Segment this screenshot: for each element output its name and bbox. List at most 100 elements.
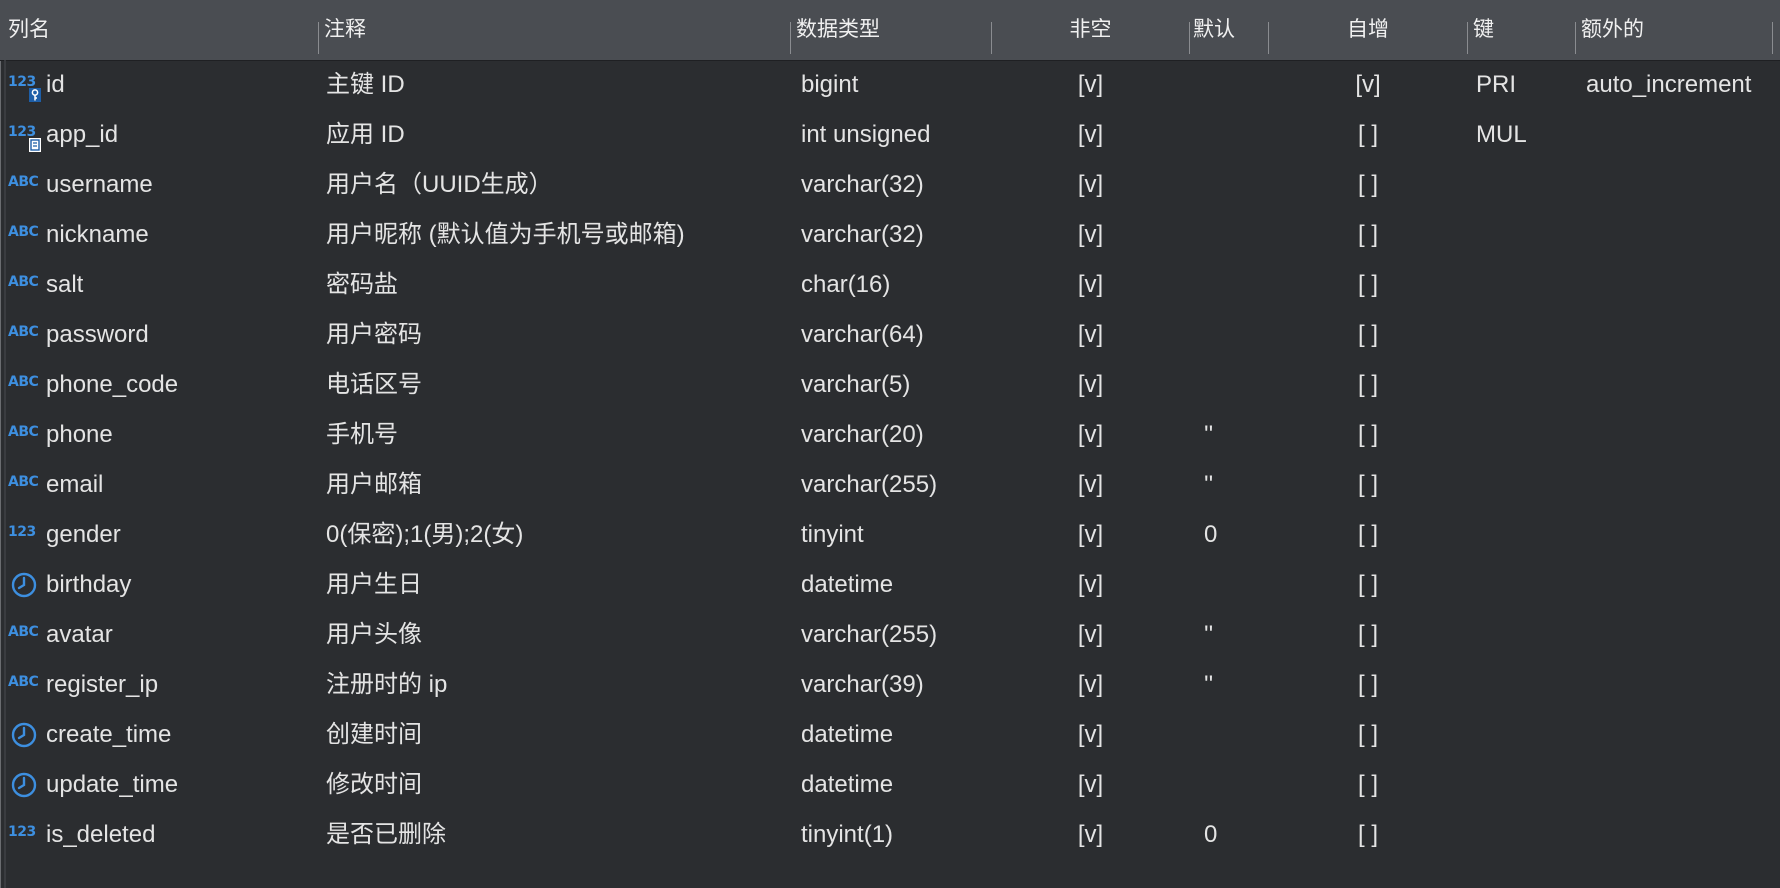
table-row[interactable]: 123 gender 0(保密);1(男);2(女) tinyint [v] 0 [ ] xyxy=(0,510,1780,560)
auto-increment-cell[interactable]: [ ] xyxy=(1269,410,1467,460)
table-row[interactable]: 123 id 主键 ID bigint [v] [v] PRI auto_increment xyxy=(0,60,1780,110)
default-value-cell[interactable]: '' xyxy=(1204,460,1213,510)
key-cell[interactable]: MUL xyxy=(1476,110,1527,160)
column-divider[interactable] xyxy=(318,22,319,54)
column-name-cell[interactable]: birthday xyxy=(46,560,131,610)
column-name-cell[interactable]: is_deleted xyxy=(46,810,155,860)
not-null-cell[interactable]: [v] xyxy=(992,360,1189,410)
data-type-cell[interactable]: varchar(5) xyxy=(801,360,910,410)
default-value-cell[interactable]: '' xyxy=(1204,660,1213,710)
comment-cell[interactable]: 用户生日 xyxy=(326,560,422,610)
table-row[interactable]: create_time 创建时间 datetime [v] [ ] xyxy=(0,710,1780,760)
header-extra[interactable]: 额外的 xyxy=(1581,0,1644,60)
auto-increment-cell[interactable]: [ ] xyxy=(1269,760,1467,810)
column-divider[interactable] xyxy=(1467,22,1468,54)
comment-cell[interactable]: 手机号 xyxy=(326,410,398,460)
column-divider[interactable] xyxy=(790,22,791,54)
not-null-cell[interactable]: [v] xyxy=(992,460,1189,510)
comment-cell[interactable]: 用户邮箱 xyxy=(326,460,422,510)
data-type-cell[interactable]: varchar(255) xyxy=(801,610,937,660)
auto-increment-cell[interactable]: [ ] xyxy=(1269,810,1467,860)
table-row[interactable]: ABC phone_code 电话区号 varchar(5) [v] [ ] xyxy=(0,360,1780,410)
column-name-cell[interactable]: register_ip xyxy=(46,660,158,710)
data-type-cell[interactable]: varchar(255) xyxy=(801,460,937,510)
not-null-cell[interactable]: [v] xyxy=(992,160,1189,210)
default-value-cell[interactable]: '' xyxy=(1204,410,1213,460)
data-type-cell[interactable]: varchar(64) xyxy=(801,310,924,360)
table-row[interactable]: ABC register_ip 注册时的 ip varchar(39) [v] '' [ ] xyxy=(0,660,1780,710)
column-divider[interactable] xyxy=(1772,22,1773,54)
not-null-cell[interactable]: [v] xyxy=(992,810,1189,860)
auto-increment-cell[interactable]: [ ] xyxy=(1269,210,1467,260)
column-name-cell[interactable]: app_id xyxy=(46,110,118,160)
not-null-cell[interactable]: [v] xyxy=(992,210,1189,260)
header-default[interactable]: 默认 xyxy=(1193,0,1235,60)
data-type-cell[interactable]: varchar(20) xyxy=(801,410,924,460)
header-not-null[interactable]: 非空 xyxy=(992,0,1189,60)
table-row[interactable]: 123 app_id 应用 ID int unsigned [v] [ ] MUL xyxy=(0,110,1780,160)
auto-increment-cell[interactable]: [ ] xyxy=(1269,610,1467,660)
not-null-cell[interactable]: [v] xyxy=(992,710,1189,760)
table-row[interactable]: ABC email 用户邮箱 varchar(255) [v] '' [ ] xyxy=(0,460,1780,510)
not-null-cell[interactable]: [v] xyxy=(992,310,1189,360)
extra-cell[interactable]: auto_increment xyxy=(1586,60,1751,110)
comment-cell[interactable]: 应用 ID xyxy=(326,110,405,160)
auto-increment-cell[interactable]: [v] xyxy=(1269,60,1467,110)
column-name-cell[interactable]: create_time xyxy=(46,710,171,760)
comment-cell[interactable]: 0(保密);1(男);2(女) xyxy=(326,510,523,560)
data-type-cell[interactable]: varchar(32) xyxy=(801,210,924,260)
column-name-cell[interactable]: email xyxy=(46,460,103,510)
data-type-cell[interactable]: datetime xyxy=(801,560,893,610)
auto-increment-cell[interactable]: [ ] xyxy=(1269,260,1467,310)
data-type-cell[interactable]: tinyint xyxy=(801,510,864,560)
comment-cell[interactable]: 主键 ID xyxy=(326,60,405,110)
not-null-cell[interactable]: [v] xyxy=(992,260,1189,310)
auto-increment-cell[interactable]: [ ] xyxy=(1269,460,1467,510)
table-row[interactable]: update_time 修改时间 datetime [v] [ ] xyxy=(0,760,1780,810)
auto-increment-cell[interactable]: [ ] xyxy=(1269,560,1467,610)
table-row[interactable]: ABC username 用户名（UUID生成） varchar(32) [v] [ ] xyxy=(0,160,1780,210)
not-null-cell[interactable]: [v] xyxy=(992,110,1189,160)
not-null-cell[interactable]: [v] xyxy=(992,60,1189,110)
not-null-cell[interactable]: [v] xyxy=(992,660,1189,710)
table-row[interactable]: ABC nickname 用户昵称 (默认值为手机号或邮箱) varchar(32) [… xyxy=(0,210,1780,260)
header-comment[interactable]: 注释 xyxy=(324,0,366,60)
header-auto-increment[interactable]: 自增 xyxy=(1269,0,1467,60)
data-type-cell[interactable]: datetime xyxy=(801,710,893,760)
header-data-type[interactable]: 数据类型 xyxy=(796,0,880,60)
column-name-cell[interactable]: username xyxy=(46,160,153,210)
comment-cell[interactable]: 注册时的 ip xyxy=(326,660,447,710)
column-divider[interactable] xyxy=(1189,22,1190,54)
comment-cell[interactable]: 密码盐 xyxy=(326,260,398,310)
column-name-cell[interactable]: password xyxy=(46,310,149,360)
data-type-cell[interactable]: tinyint(1) xyxy=(801,810,893,860)
comment-cell[interactable]: 电话区号 xyxy=(326,360,422,410)
table-row[interactable]: ABC phone 手机号 varchar(20) [v] '' [ ] xyxy=(0,410,1780,460)
not-null-cell[interactable]: [v] xyxy=(992,410,1189,460)
column-name-cell[interactable]: phone_code xyxy=(46,360,178,410)
default-value-cell[interactable]: 0 xyxy=(1204,810,1217,860)
comment-cell[interactable]: 是否已删除 xyxy=(326,810,446,860)
table-row[interactable]: ABC salt 密码盐 char(16) [v] [ ] xyxy=(0,260,1780,310)
column-name-cell[interactable]: gender xyxy=(46,510,121,560)
column-name-cell[interactable]: salt xyxy=(46,260,83,310)
column-name-cell[interactable]: phone xyxy=(46,410,113,460)
comment-cell[interactable]: 用户密码 xyxy=(326,310,422,360)
comment-cell[interactable]: 用户名（UUID生成） xyxy=(326,160,553,210)
not-null-cell[interactable]: [v] xyxy=(992,610,1189,660)
default-value-cell[interactable]: 0 xyxy=(1204,510,1217,560)
column-name-cell[interactable]: nickname xyxy=(46,210,149,260)
auto-increment-cell[interactable]: [ ] xyxy=(1269,110,1467,160)
data-type-cell[interactable]: datetime xyxy=(801,760,893,810)
table-row[interactable]: birthday 用户生日 datetime [v] [ ] xyxy=(0,560,1780,610)
auto-increment-cell[interactable]: [ ] xyxy=(1269,310,1467,360)
key-cell[interactable]: PRI xyxy=(1476,60,1516,110)
not-null-cell[interactable]: [v] xyxy=(992,560,1189,610)
column-name-cell[interactable]: update_time xyxy=(46,760,178,810)
data-type-cell[interactable]: int unsigned xyxy=(801,110,930,160)
comment-cell[interactable]: 用户头像 xyxy=(326,610,422,660)
comment-cell[interactable]: 用户昵称 (默认值为手机号或邮箱) xyxy=(326,210,685,260)
data-type-cell[interactable]: char(16) xyxy=(801,260,890,310)
table-row[interactable]: ABC password 用户密码 varchar(64) [v] [ ] xyxy=(0,310,1780,360)
comment-cell[interactable]: 创建时间 xyxy=(326,710,422,760)
